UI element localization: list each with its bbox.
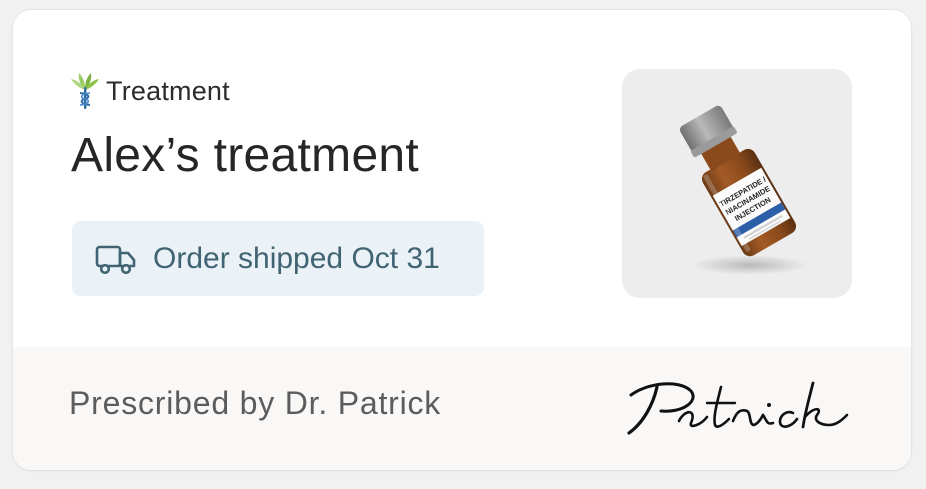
prescriber-footer: Prescribed by Dr. Patrick xyxy=(13,347,911,470)
caduceus-leaf-icon xyxy=(71,73,99,109)
prescriber-text: Prescribed by Dr. Patrick xyxy=(69,385,442,421)
card-title: Alex’s treatment xyxy=(71,129,420,182)
category-label: Treatment xyxy=(106,75,230,106)
doctor-signature xyxy=(627,381,849,435)
shipping-status-badge: Order shipped Oct 31 xyxy=(72,221,484,296)
treatment-card[interactable]: Treatment Alex’s treatment Order shipped… xyxy=(13,10,911,470)
shipping-status-text: Order shipped Oct 31 xyxy=(153,241,440,275)
medication-vial-image: TIRZEPATIDE / NIACINAMIDE INJECTION xyxy=(680,105,808,275)
truck-icon xyxy=(95,245,136,274)
treatment-category: Treatment xyxy=(70,72,230,110)
product-image: TIRZEPATIDE / NIACINAMIDE INJECTION xyxy=(622,69,852,298)
